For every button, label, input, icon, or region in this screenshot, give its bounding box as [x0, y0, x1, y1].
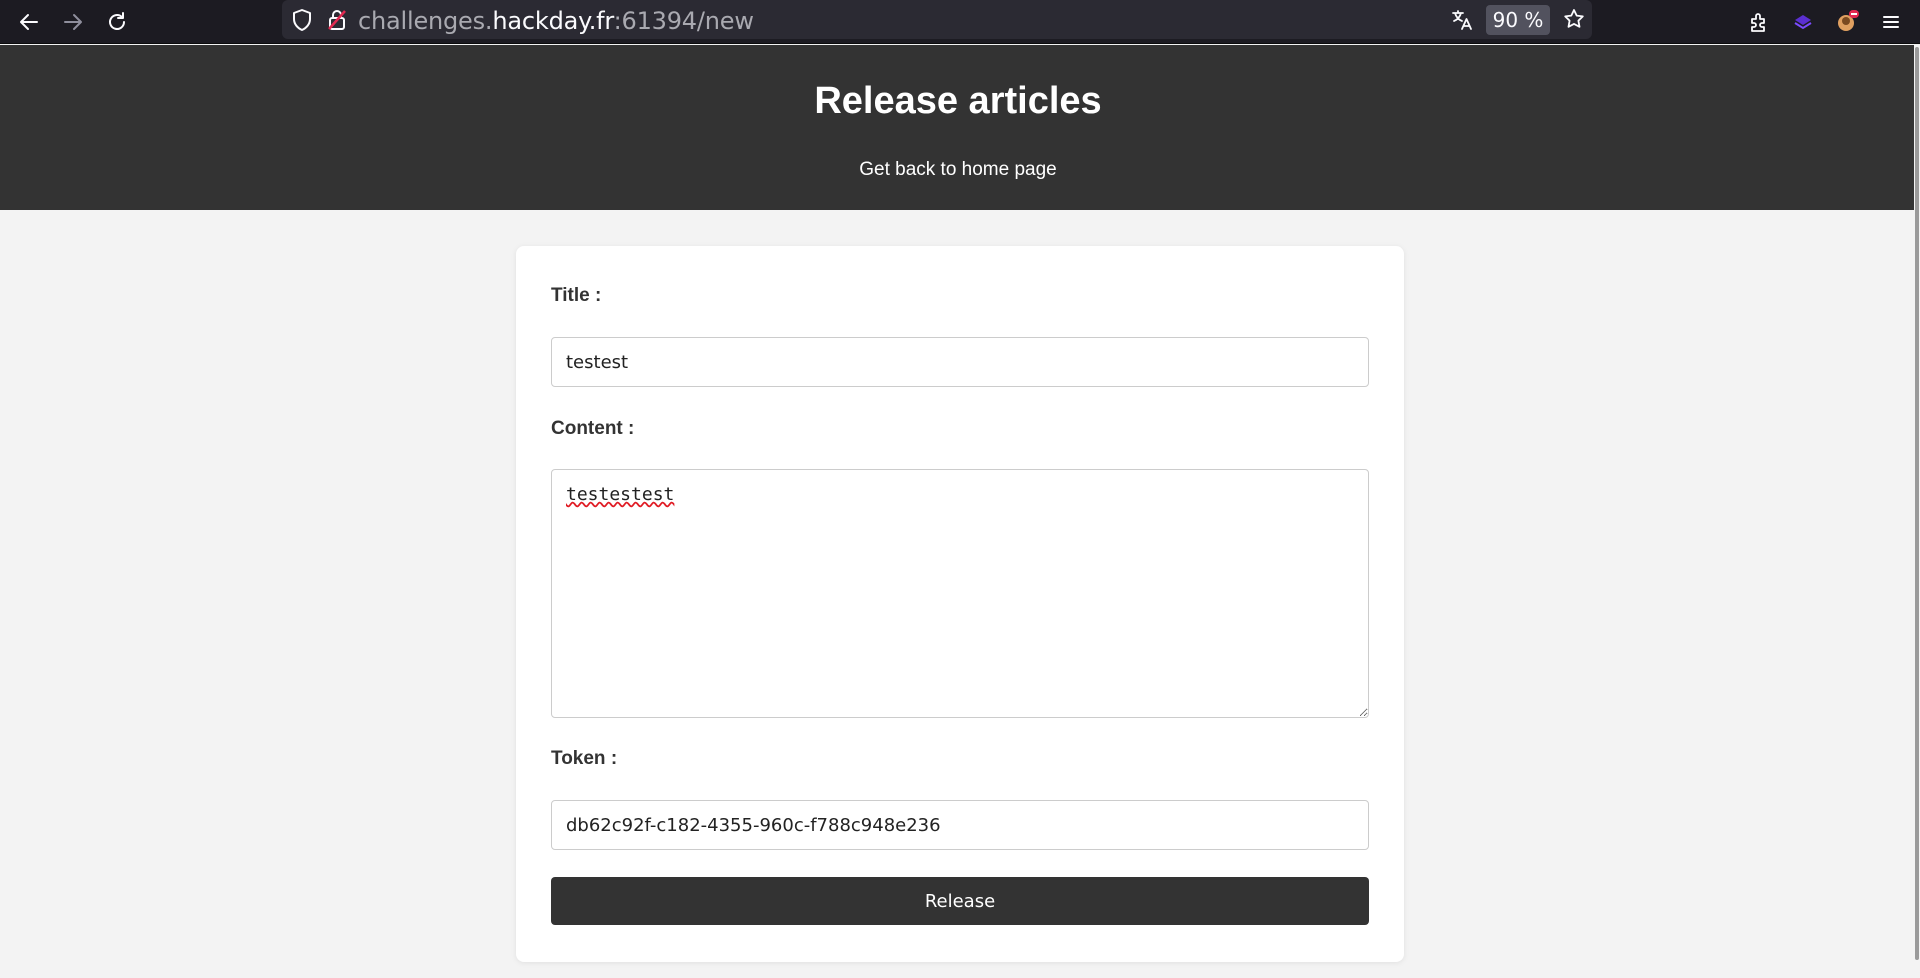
translate-icon[interactable] [1450, 8, 1474, 37]
back-button[interactable] [11, 4, 47, 40]
release-form: Title : Content : testestest Token : Rel… [516, 246, 1404, 962]
url-suffix: :61394/new [613, 7, 754, 35]
profile-icon [1838, 10, 1859, 31]
zoom-indicator[interactable]: 90 % [1486, 5, 1550, 35]
extensions-icon [1751, 13, 1765, 32]
reload-icon [109, 12, 125, 30]
star-icon[interactable] [1562, 7, 1586, 36]
lock-icon[interactable] [326, 8, 348, 37]
url-bar[interactable]: challenges.hackday.fr:61394/new 90 % [282, 0, 1592, 39]
reload-button[interactable] [99, 4, 135, 40]
release-button[interactable]: Release [551, 877, 1369, 925]
page-title: Release articles [814, 80, 1102, 122]
extension-button[interactable] [1785, 4, 1821, 40]
url-text[interactable]: challenges.hackday.fr:61394/new [358, 7, 754, 35]
profile-button[interactable] [1829, 4, 1865, 40]
content-label: Content : [551, 418, 635, 439]
browser-toolbar: challenges.hackday.fr:61394/new 90 % [0, 0, 1920, 44]
url-host: hackday.fr [492, 7, 614, 35]
page-header: Release articles Get back to home page [0, 45, 1916, 210]
content-textarea[interactable]: testestest [551, 469, 1369, 718]
token-label: Token : [551, 748, 618, 769]
scrollbar-thumb[interactable] [1915, 47, 1919, 960]
extension-icon [1794, 15, 1812, 30]
title-input[interactable] [551, 337, 1369, 387]
url-prefix: challenges. [358, 7, 493, 35]
menu-icon [1883, 16, 1899, 28]
menu-button[interactable] [1873, 4, 1909, 40]
extensions-button[interactable] [1741, 4, 1777, 40]
title-label: Title : [551, 285, 602, 306]
forward-icon [64, 14, 82, 30]
token-input[interactable] [551, 800, 1369, 850]
home-link[interactable]: Get back to home page [0, 159, 1916, 181]
back-icon [20, 14, 38, 30]
shield-icon[interactable] [291, 8, 313, 37]
forward-button[interactable] [55, 4, 91, 40]
